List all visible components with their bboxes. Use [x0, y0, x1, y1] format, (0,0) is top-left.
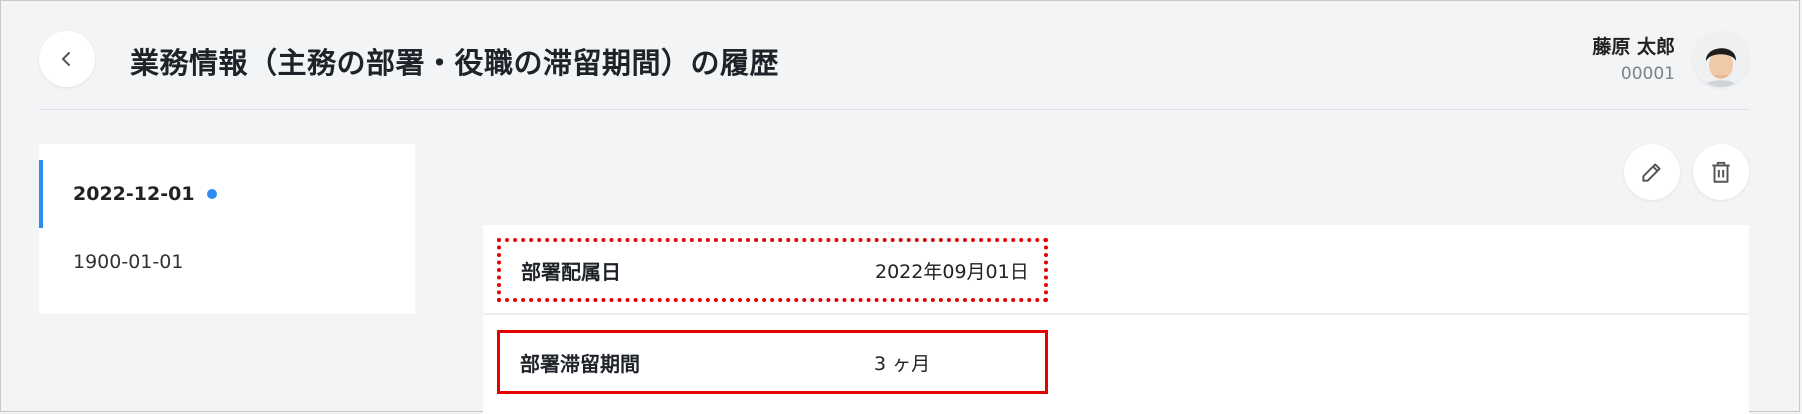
field-value: 2022年09月01日 — [875, 260, 1029, 283]
row-divider — [483, 313, 1749, 315]
back-button[interactable] — [39, 31, 95, 87]
history-item[interactable]: 1900-01-01 — [39, 228, 415, 296]
field-row-assignment-date: 部署配属日 2022年09月01日 — [497, 238, 1048, 302]
page-title: 業務情報（主務の部署・役職の滞留期間）の履歴 — [130, 46, 780, 80]
user-name: 藤原 太郎 — [1592, 36, 1675, 58]
history-item-selected[interactable]: 2022-12-01 — [39, 160, 415, 228]
field-label: 部署配属日 — [521, 259, 621, 284]
history-date: 1900-01-01 — [73, 251, 184, 273]
chevron-left-icon — [62, 52, 70, 66]
field-row-tenure: 部署滞留期間 3 ヶ月 — [497, 330, 1048, 394]
field-value: 3 ヶ月 — [874, 352, 931, 375]
trash-icon — [1712, 161, 1730, 183]
history-list: 2022-12-01 1900-01-01 — [39, 144, 415, 314]
pencil-icon — [1642, 163, 1661, 182]
history-date: 2022-12-01 — [73, 183, 195, 205]
avatar-photo — [1693, 31, 1749, 87]
active-dot-icon — [206, 189, 217, 199]
avatar[interactable] — [1693, 31, 1749, 87]
page-header: 業務情報（主務の部署・役職の滞留期間）の履歴 藤原 太郎 00001 — [0, 0, 1802, 110]
user-id: 00001 — [1620, 64, 1675, 84]
edit-button[interactable] — [1624, 144, 1680, 200]
header-divider — [39, 109, 1750, 110]
field-label: 部署滞留期間 — [520, 351, 640, 376]
delete-button[interactable] — [1693, 144, 1749, 200]
